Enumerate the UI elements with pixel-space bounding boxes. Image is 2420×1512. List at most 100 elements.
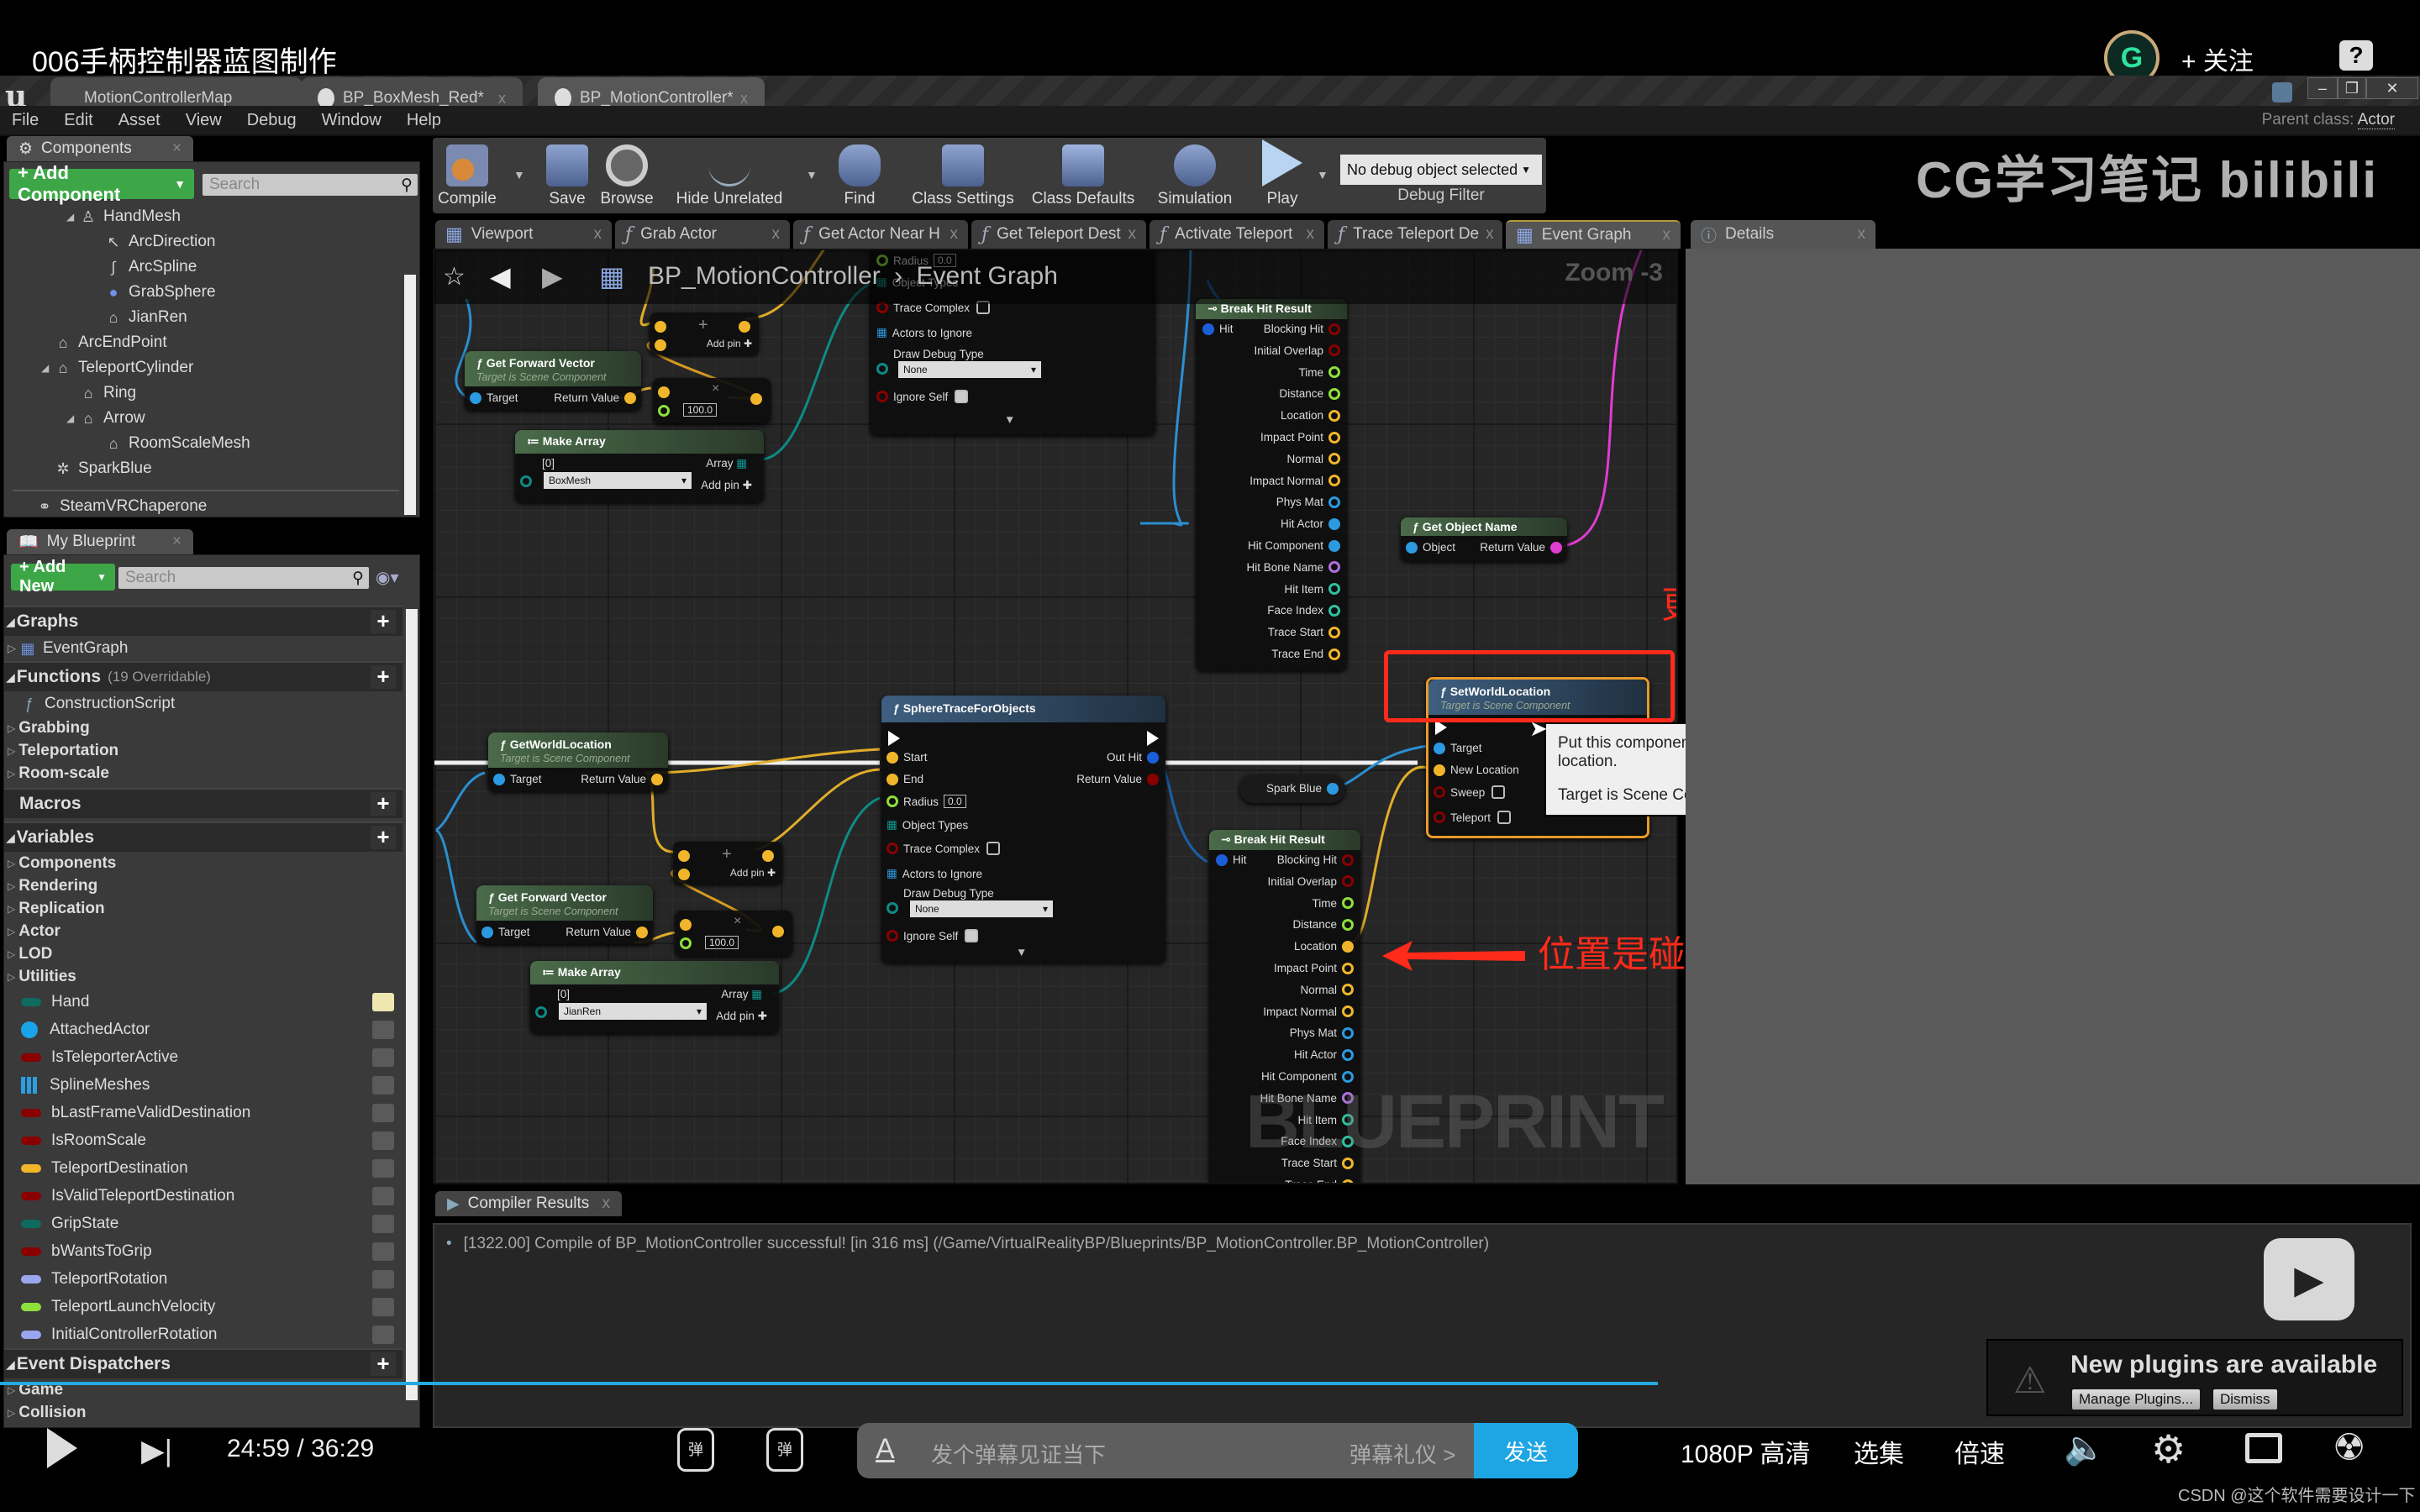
pin-out[interactable]: [762, 850, 774, 862]
expand-triangle-icon[interactable]: ▷: [8, 1407, 15, 1419]
pin-trace-end[interactable]: Trace End: [1271, 648, 1340, 660]
debug-type-select[interactable]: None ▾: [910, 900, 1053, 917]
add-graph-button[interactable]: +: [371, 610, 396, 633]
pin-element[interactable]: [520, 475, 532, 487]
macros-section-header[interactable]: Macros +: [4, 788, 402, 818]
pin-target[interactable]: Target: [1434, 742, 1482, 754]
close-icon[interactable]: x: [944, 225, 959, 244]
variable-bwantstogrip[interactable]: bWantsToGrip: [4, 1237, 402, 1265]
variable-initialcontrollerrotation[interactable]: InitialControllerRotation: [4, 1320, 402, 1348]
favorite-star-icon[interactable]: ☆: [443, 262, 466, 291]
pin-a[interactable]: [678, 850, 690, 862]
variable-category-rendering[interactable]: ▷ Rendering: [4, 874, 402, 897]
pin-out[interactable]: [739, 321, 750, 333]
pin-actors-to-ignore[interactable]: ▦ Actors to Ignore: [876, 326, 972, 339]
pin-hit-component[interactable]: Hit Component: [1248, 539, 1340, 552]
hide-unrelated-dropdown[interactable]: ▼: [806, 168, 818, 181]
component-jianren[interactable]: ⌂ JianRen: [4, 305, 399, 330]
component-sparkblue[interactable]: ✲ SparkBlue: [4, 456, 399, 481]
node-get-forward-vector-bottom[interactable]: ƒ Get Forward Vector Target is Scene Comp…: [476, 885, 653, 944]
node-spark-blue-getter[interactable]: Spark Blue: [1239, 774, 1345, 803]
function-item-constructionscript[interactable]: ƒ ConstructionScript: [4, 691, 402, 717]
dispatcher-category-collision[interactable]: ▷ Collision: [4, 1401, 402, 1424]
pin-b[interactable]: [655, 339, 666, 351]
pin-hit-item[interactable]: Hit Item: [1284, 583, 1340, 596]
component-steamvrchaperone[interactable]: ⚭ SteamVRChaperone: [36, 494, 207, 519]
episodes-button[interactable]: 选集: [1854, 1433, 1904, 1470]
variable-gripstate[interactable]: GripState: [4, 1210, 402, 1237]
variable-isroomscale[interactable]: IsRoomScale: [4, 1126, 402, 1154]
expand-triangle-icon[interactable]: ▷: [8, 903, 15, 915]
pin-location[interactable]: Location: [1281, 409, 1340, 422]
menu-asset[interactable]: Asset: [118, 111, 160, 130]
node-add-vector-bottom[interactable]: + Add pin ✚: [673, 842, 782, 884]
graph-item-eventgraph[interactable]: ▷ ▦ EventGraph: [4, 636, 402, 661]
pin-out-hit[interactable]: Out Hit: [1107, 751, 1159, 764]
pin-target[interactable]: Target: [481, 926, 530, 938]
expand-triangle-icon[interactable]: ▷: [8, 948, 15, 960]
expand-triangle-icon[interactable]: ▷: [8, 722, 15, 734]
eye-closed-icon[interactable]: [372, 1075, 394, 1095]
expand-triangle-icon[interactable]: ▷: [8, 971, 15, 983]
add-variable-button[interactable]: +: [371, 826, 396, 849]
graph-tab-event-graph[interactable]: ▦ Event Graph x: [1506, 220, 1681, 249]
bilibili-tv-icon[interactable]: ▶: [2264, 1238, 2354, 1320]
pin-object-types[interactable]: ▦Object Types: [886, 818, 968, 832]
close-icon[interactable]: x: [1656, 226, 1671, 244]
node-multiply-top[interactable]: 100.0 ×: [653, 378, 771, 423]
quality-selector[interactable]: 1080P 高清: [1681, 1433, 1811, 1470]
pin-initial-overlap[interactable]: Initial Overlap: [1254, 344, 1340, 357]
function-category-room-scale[interactable]: ▷ Room-scale: [4, 762, 402, 785]
graph-tab-activate-teleport[interactable]: ƒ Activate Teleport x: [1150, 220, 1324, 249]
element-select[interactable]: BoxMesh ▾: [544, 472, 692, 489]
pin-ignore-self[interactable]: Ignore Self: [876, 390, 969, 403]
components-search-input[interactable]: Search ⚲: [203, 174, 418, 196]
my-blueprint-search-input[interactable]: Search ⚲: [118, 567, 369, 589]
variable-isteleporteractive[interactable]: IsTeleporterActive: [4, 1043, 402, 1071]
follow-button[interactable]: + 关注: [2181, 40, 2254, 77]
pin-out[interactable]: [772, 926, 784, 937]
my-blueprint-tab[interactable]: 📖 My Blueprint ×: [7, 529, 193, 554]
eye-closed-icon[interactable]: [372, 1297, 394, 1316]
find-button[interactable]: Find: [834, 141, 885, 212]
pin-return-value[interactable]: Return Value: [554, 391, 636, 404]
back-arrow-icon[interactable]: ◀: [490, 260, 511, 292]
multiplier-input[interactable]: 100.0: [683, 403, 718, 417]
pin-target[interactable]: Target: [470, 391, 518, 404]
pin-new-location[interactable]: New Location: [1434, 764, 1519, 776]
picture-in-picture-icon[interactable]: [2245, 1433, 2282, 1463]
compile-button[interactable]: Compile: [438, 141, 497, 212]
pin-blocking-hit[interactable]: Blocking Hit: [1277, 853, 1354, 866]
pin-hit-actor[interactable]: Hit Actor: [1294, 1048, 1354, 1061]
pin-draw-debug-type[interactable]: [876, 363, 888, 375]
restore-button[interactable]: ❐: [2338, 77, 2366, 99]
variable-splinemeshes[interactable]: SplineMeshes: [4, 1071, 402, 1099]
simulation-button[interactable]: Simulation: [1149, 141, 1241, 212]
component-roomscalemesh[interactable]: ⌂ RoomScaleMesh: [4, 431, 399, 456]
add-pin-button[interactable]: Add pin ✚: [701, 479, 752, 492]
variables-section-header[interactable]: ◢ Variables +: [4, 822, 402, 852]
pin-b[interactable]: [680, 937, 692, 949]
danmaku-toggle-icon[interactable]: 弹: [677, 1428, 714, 1472]
details-tab[interactable]: ⓘ Details x: [1691, 220, 1876, 249]
pin-impact-normal[interactable]: Impact Normal: [1263, 1005, 1354, 1018]
pin-array[interactable]: Array ▦: [706, 457, 747, 470]
parent-class-link[interactable]: Actor: [2357, 111, 2395, 129]
minimize-button[interactable]: –: [2307, 77, 2338, 99]
pin-return-value[interactable]: Return Value: [566, 926, 648, 938]
eye-closed-icon[interactable]: [372, 1269, 394, 1289]
component-grabsphere[interactable]: ● GrabSphere: [4, 280, 399, 305]
node-get-object-name[interactable]: ƒ Get Object Name Object Return Value: [1401, 517, 1567, 561]
my-blueprint-scrollbar[interactable]: [406, 609, 418, 1400]
pin-location[interactable]: Location: [1294, 940, 1354, 953]
expand-triangle-icon[interactable]: ▷: [8, 926, 15, 937]
pin-trace-end[interactable]: Trace End: [1285, 1179, 1354, 1183]
expand-arrow-icon[interactable]: ▼: [1016, 946, 1027, 958]
expand-triangle-icon[interactable]: ▷: [8, 1384, 15, 1396]
close-icon[interactable]: ×: [172, 533, 182, 551]
close-window-button[interactable]: ✕: [2366, 77, 2418, 99]
variable-category-utilities[interactable]: ▷ Utilities: [4, 965, 402, 988]
expand-triangle-icon[interactable]: ◢: [41, 362, 55, 374]
variable-category-actor[interactable]: ▷ Actor: [4, 920, 402, 942]
close-icon[interactable]: x: [765, 225, 781, 244]
